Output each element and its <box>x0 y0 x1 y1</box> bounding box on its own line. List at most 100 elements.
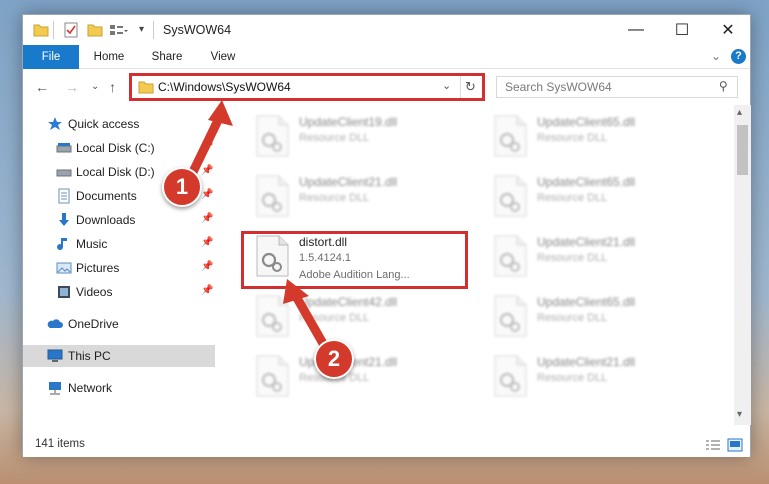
step-badge-2: 2 <box>314 339 354 379</box>
search-placeholder: Search SysWOW64 <box>505 80 612 94</box>
scroll-down-icon[interactable]: ▾ <box>737 409 742 420</box>
file-description: Resource DLL <box>537 132 608 144</box>
tab-home[interactable]: Home <box>83 45 135 69</box>
new-folder-icon[interactable] <box>87 22 103 38</box>
file-description: Resource DLL <box>537 372 608 384</box>
nav-item-pictures[interactable]: Pictures 📌 <box>23 257 215 279</box>
file-name: UpdateClient65.dll <box>537 295 636 309</box>
file-list: UpdateClient19.dll Resource DLL UpdateClie… <box>219 105 733 425</box>
file-item[interactable]: UpdateClient21.dllResource DLL <box>243 167 468 223</box>
network-icon <box>47 380 63 396</box>
file-item[interactable]: UpdateClient21.dllResource DLL <box>243 347 468 403</box>
file-description: Resource DLL <box>537 192 608 204</box>
pin-icon[interactable]: 📌 <box>201 261 213 272</box>
nav-item-videos[interactable]: Videos 📌 <box>23 281 215 303</box>
pin-icon[interactable]: 📌 <box>201 189 213 200</box>
computer-icon <box>47 348 63 364</box>
up-arrow-icon[interactable]: ↑ <box>109 79 116 95</box>
nav-label: Local Disk (D:) <box>76 165 155 179</box>
music-icon <box>56 236 72 252</box>
file-name: UpdateClient19.dll <box>299 115 398 129</box>
file-description: Resource DLL <box>299 132 370 144</box>
recent-locations-icon[interactable]: ⌄ <box>91 81 99 92</box>
nav-label: This PC <box>68 349 111 363</box>
dll-file-icon <box>255 355 289 397</box>
file-description: Resource DLL <box>299 312 370 324</box>
scroll-thumb[interactable] <box>737 125 748 175</box>
drive-icon <box>56 140 72 156</box>
nav-label: Local Disk (C:) <box>76 141 155 155</box>
window-title: SysWOW64 <box>163 23 232 37</box>
nav-item-local-disk-c[interactable]: Local Disk (C:) 📌 <box>23 137 215 159</box>
star-icon <box>47 116 63 132</box>
nav-item-music[interactable]: Music 📌 <box>23 233 215 255</box>
search-box[interactable]: Search SysWOW64 ⚲ <box>496 76 738 98</box>
tab-share[interactable]: Share <box>141 45 193 69</box>
expand-ribbon-icon[interactable]: ⌄ <box>711 49 721 63</box>
address-row: ← → ⌄ ↑ C:\Windows\SysWOW64 ⌄ ↻ Search S… <box>23 69 750 105</box>
file-description: Resource DLL <box>537 312 608 324</box>
view-options-icon[interactable] <box>109 22 128 38</box>
dll-file-icon <box>493 295 527 337</box>
pin-icon[interactable]: 📌 <box>201 165 213 176</box>
nav-network[interactable]: Network <box>23 377 215 399</box>
pin-icon[interactable]: 📌 <box>201 237 213 248</box>
file-item[interactable]: UpdateClient65.dll Resource DLL <box>481 107 706 163</box>
help-icon[interactable]: ? <box>731 49 746 64</box>
ribbon-tabs: File Home Share View ⌄ ? <box>23 45 750 69</box>
properties-icon[interactable] <box>63 22 79 38</box>
item-count: 141 items <box>35 438 85 450</box>
dll-file-icon <box>493 235 527 277</box>
large-icons-view-icon[interactable] <box>727 438 743 455</box>
tab-view[interactable]: View <box>197 45 249 69</box>
cloud-icon <box>47 316 63 332</box>
file-name: UpdateClient65.dll <box>537 115 636 129</box>
close-button[interactable]: ✕ <box>705 15 751 45</box>
details-view-icon[interactable] <box>705 439 721 456</box>
scroll-up-icon[interactable]: ▴ <box>737 107 742 118</box>
nav-this-pc[interactable]: This PC <box>23 345 215 367</box>
file-description: Resource DLL <box>299 192 370 204</box>
nav-label: OneDrive <box>68 317 119 331</box>
file-highlight-box <box>241 231 468 289</box>
pin-icon[interactable]: 📌 <box>201 213 213 224</box>
folder-icon[interactable] <box>33 22 49 38</box>
pictures-icon <box>56 260 72 276</box>
address-highlight-box <box>129 73 485 101</box>
file-name: UpdateClient42.dll <box>299 295 398 309</box>
dll-file-icon <box>255 175 289 217</box>
minimize-button[interactable]: — <box>613 15 659 45</box>
customize-toolbar-icon[interactable]: ▾ <box>139 24 144 35</box>
file-item[interactable]: UpdateClient21.dllResource DLL <box>481 347 706 403</box>
file-item[interactable]: UpdateClient19.dll Resource DLL <box>243 107 468 163</box>
nav-quick-access[interactable]: Quick access <box>23 113 215 135</box>
file-name: UpdateClient21.dll <box>537 235 636 249</box>
dll-file-icon <box>493 115 527 157</box>
nav-item-downloads[interactable]: Downloads 📌 <box>23 209 215 231</box>
step-badge-1: 1 <box>162 167 202 207</box>
vertical-scrollbar[interactable]: ▴ ▾ <box>734 105 751 425</box>
maximize-button[interactable]: ☐ <box>659 15 705 45</box>
back-arrow-icon[interactable]: ← <box>35 79 49 95</box>
file-item[interactable]: UpdateClient42.dll Resource DLL <box>243 287 468 343</box>
dll-file-icon <box>255 295 289 337</box>
file-description: Resource DLL <box>537 252 608 264</box>
pin-icon[interactable]: 📌 <box>201 285 213 296</box>
file-item[interactable]: UpdateClient65.dll Resource DLL <box>481 167 706 223</box>
nav-label: Documents <box>76 189 137 203</box>
nav-onedrive[interactable]: OneDrive <box>23 313 215 335</box>
dll-file-icon <box>255 115 289 157</box>
nav-label: Videos <box>76 285 113 299</box>
file-item[interactable]: UpdateClient21.dll Resource DLL <box>481 227 706 283</box>
nav-label: Music <box>76 237 108 251</box>
pin-icon[interactable]: 📌 <box>201 141 213 152</box>
tab-file[interactable]: File <box>23 45 79 69</box>
nav-label: Downloads <box>76 213 136 227</box>
navigation-pane: Quick access Local Disk (C:) 📌 Local Dis… <box>23 105 215 425</box>
nav-label: Pictures <box>76 261 120 275</box>
title-bar: ▾ SysWOW64 — ☐ ✕ <box>23 15 750 45</box>
nav-label: Quick access <box>68 117 140 131</box>
forward-arrow-icon[interactable]: → <box>65 79 79 95</box>
file-item[interactable]: UpdateClient65.dll Resource DLL <box>481 287 706 343</box>
documents-icon <box>56 188 72 204</box>
